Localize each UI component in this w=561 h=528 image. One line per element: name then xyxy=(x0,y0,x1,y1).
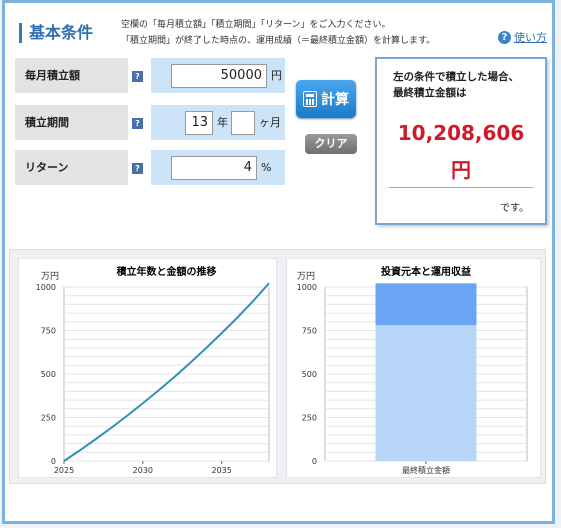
clear-button[interactable]: クリア xyxy=(305,134,357,154)
calculate-button[interactable]: 計算 xyxy=(296,80,356,118)
result-suffix: です。 xyxy=(500,203,529,214)
bar-chart: 投資元本と運用収益 万円 0 250 500 750 1000 最終積立金額 xyxy=(297,265,528,475)
return-value-cell: 4 % xyxy=(151,150,285,185)
result-caption: 左の条件で積立した場合、 最終積立金額は xyxy=(393,69,519,101)
y-tick-label: 500 xyxy=(302,370,317,379)
chart-title: 積立年数と金額の推移 xyxy=(116,265,217,278)
y-tick-label: 250 xyxy=(302,414,317,423)
y-tick-label: 500 xyxy=(41,370,56,379)
question-icon: ? xyxy=(498,30,511,44)
period-years-input[interactable]: 13 xyxy=(185,111,213,135)
result-caption-line-2: 最終積立金額は xyxy=(393,87,467,99)
return-unit: % xyxy=(261,161,272,174)
chart-title: 投資元本と運用収益 xyxy=(381,265,471,278)
x-tick-label: 2030 xyxy=(133,466,153,475)
bar-chart-panel: 投資元本と運用収益 万円 0 250 500 750 1000 最終積立金額 xyxy=(286,258,541,478)
period-label: 積立期間 xyxy=(15,105,128,140)
y-tick-label: 0 xyxy=(312,457,317,466)
help-icon[interactable]: ? xyxy=(132,71,143,82)
return-row: リターン ? 4 % xyxy=(15,150,285,187)
monthly-value-cell: 50000 円 xyxy=(151,58,285,93)
y-axis-unit: 万円 xyxy=(297,271,315,282)
return-input[interactable]: 4 xyxy=(171,156,257,180)
result-panel: 左の条件で積立した場合、 最終積立金額は 10,208,606 円 です。 xyxy=(375,57,547,225)
y-tick-label: 1000 xyxy=(36,283,56,292)
line-chart: 積立年数と金額の推移 万円 0 250 500 750 1000 2025 2030 2035 xyxy=(36,265,270,475)
line-chart-panel: 積立年数と金額の推移 万円 0 250 500 750 1000 2025 2030 2035 xyxy=(18,258,277,478)
result-caption-line-1: 左の条件で積立した場合、 xyxy=(393,71,519,83)
description-line-1: 空欄の「毎月積立額」「積立期間」「リターン」をご入力ください。 xyxy=(121,20,391,30)
y-tick-label: 750 xyxy=(302,327,317,336)
result-amount: 10,208,606 xyxy=(397,121,525,145)
y-axis-unit: 万円 xyxy=(41,271,59,282)
x-category-label: 最終積立金額 xyxy=(402,465,450,475)
period-row: 積立期間 ? 13 年 ヶ月 xyxy=(15,105,285,142)
y-tick-label: 0 xyxy=(51,457,56,466)
help-icon[interactable]: ? xyxy=(132,163,143,174)
help-icon[interactable]: ? xyxy=(132,118,143,129)
period-months-unit: ヶ月 xyxy=(259,116,281,129)
y-tick-label: 750 xyxy=(41,327,56,336)
description: 空欄の「毎月積立額」「積立期間」「リターン」をご入力ください。 「積立期間」が終… xyxy=(121,17,435,49)
return-label: リターン xyxy=(15,150,128,185)
help-link[interactable]: ? 使い方 xyxy=(498,29,547,45)
y-tick-label: 250 xyxy=(41,414,56,423)
calculator-icon xyxy=(303,91,317,107)
x-tick-label: 2025 xyxy=(54,466,74,475)
period-years-unit: 年 xyxy=(217,116,228,129)
period-months-input[interactable] xyxy=(231,111,255,135)
calculate-button-label: 計算 xyxy=(321,92,349,108)
description-line-2: 「積立期間」が終了した時点の、運用成績（＝最終積立金額）を計算します。 xyxy=(121,36,436,46)
period-value-cell: 13 年 ヶ月 xyxy=(151,105,285,140)
monthly-amount-input[interactable]: 50000 xyxy=(171,64,267,88)
principal-bar xyxy=(375,325,477,461)
y-tick-label: 1000 xyxy=(297,283,317,292)
monthly-unit: 円 xyxy=(271,69,282,82)
page-title: 基本条件 xyxy=(19,23,93,43)
x-tick-label: 2035 xyxy=(212,466,232,475)
result-yen: 円 xyxy=(451,158,471,182)
monthly-row: 毎月積立額 ? 50000 円 xyxy=(15,58,285,95)
monthly-label: 毎月積立額 xyxy=(15,58,128,93)
help-link-label: 使い方 xyxy=(514,31,547,44)
earnings-bar xyxy=(375,283,477,326)
result-divider xyxy=(389,187,533,188)
